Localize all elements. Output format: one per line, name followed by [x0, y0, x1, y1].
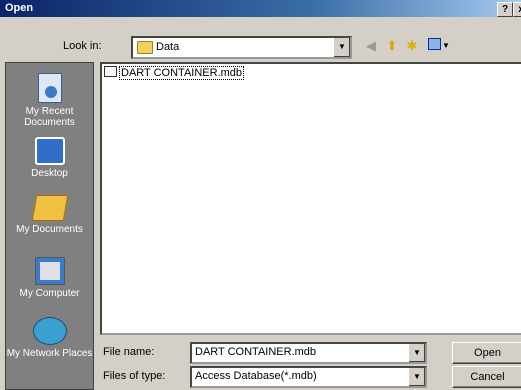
place-label: My Documents [16, 224, 83, 235]
place-label: My Computer [19, 288, 80, 299]
chevron-down-icon[interactable]: ▼ [408, 368, 425, 386]
look-in-label: Look in: [63, 40, 102, 52]
back-icon[interactable]: ◀ [363, 38, 379, 54]
list-item[interactable]: DART CONTAINER.mdb [104, 66, 245, 80]
file-name: DART CONTAINER.mdb [119, 66, 245, 80]
place-desktop[interactable]: Desktop [6, 137, 93, 179]
place-label: My Network Places [6, 348, 93, 359]
place-my-recent-documents[interactable]: My Recent Documents [6, 73, 93, 128]
place-label: My Recent Documents [24, 106, 75, 128]
file-type-dropdown[interactable]: Access Database(*.mdb) ▼ [190, 366, 427, 388]
place-my-documents[interactable]: My Documents [6, 195, 93, 235]
chevron-down-icon[interactable]: ▼ [408, 344, 425, 362]
cancel-button[interactable]: Cancel [452, 366, 521, 388]
places-bar: My Recent Documents Desktop My Documents… [5, 62, 94, 390]
place-label: Desktop [31, 168, 68, 179]
file-type-label: Files of type: [103, 370, 166, 382]
chevron-down-icon[interactable]: ▼ [333, 38, 350, 57]
place-my-computer[interactable]: My Computer [6, 257, 93, 299]
title-bar: Open ? x [0, 0, 521, 17]
file-name-value: DART CONTAINER.mdb [195, 346, 317, 358]
close-button[interactable]: x [513, 2, 521, 17]
views-caret-icon[interactable]: ▼ [442, 41, 450, 50]
file-list[interactable]: DART CONTAINER.mdb [100, 62, 521, 335]
look-in-value: Data [156, 41, 180, 53]
folder-icon [137, 41, 153, 54]
desktop-icon [34, 137, 65, 165]
up-folder-icon[interactable]: ⬆ [384, 38, 400, 54]
look-in-dropdown[interactable]: Data ▼ [131, 36, 352, 59]
help-button[interactable]: ? [497, 2, 513, 17]
my-documents-icon [31, 195, 68, 221]
recent-documents-icon [37, 73, 62, 103]
access-db-icon [104, 66, 117, 77]
window-title: Open [5, 2, 34, 14]
open-button[interactable]: Open [452, 342, 521, 364]
file-type-value: Access Database(*.mdb) [195, 370, 317, 382]
file-name-input[interactable]: DART CONTAINER.mdb ▼ [190, 342, 427, 364]
place-my-network-places[interactable]: My Network Places [6, 317, 93, 359]
new-folder-icon[interactable]: ✱ [404, 38, 420, 54]
file-name-label: File name: [103, 346, 155, 358]
my-computer-icon [34, 257, 65, 285]
network-places-icon [32, 317, 67, 345]
views-menu-icon[interactable] [426, 38, 442, 54]
